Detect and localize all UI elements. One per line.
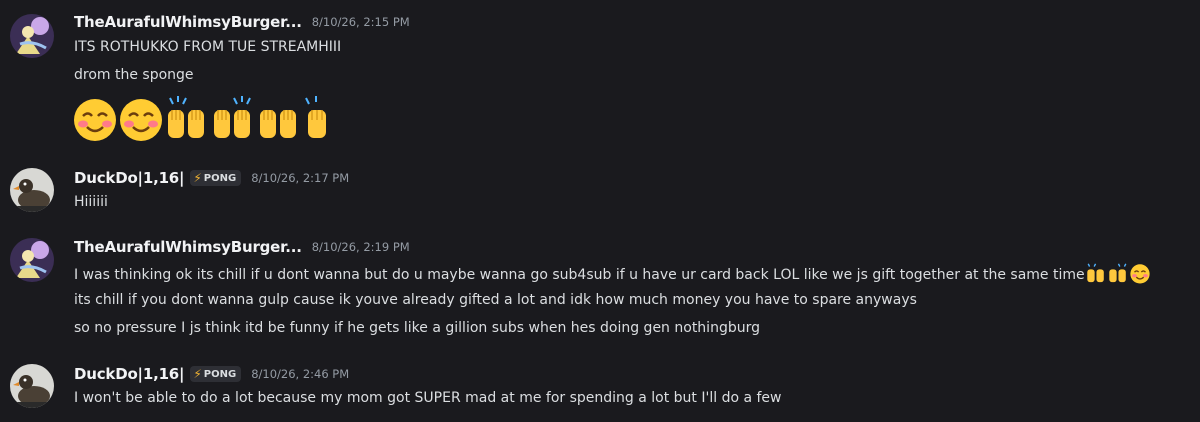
timestamp[interactable]: 8/10/26, 2:17 PM (251, 171, 349, 185)
emoji-row (72, 94, 332, 146)
username[interactable]: DuckDo|1,16| (74, 365, 185, 383)
message-text: I won't be able to do a lot because my m… (74, 390, 782, 406)
user-avatar[interactable] (10, 364, 54, 408)
raised-hands-emoji[interactable] (1107, 262, 1129, 290)
raised-hand-emoji[interactable] (302, 94, 332, 146)
raised-hands-emoji[interactable] (1085, 262, 1107, 290)
blush-emoji[interactable] (1129, 262, 1151, 290)
message-text: ITS ROTHUKKO FROM TUE STREAMHIII (74, 39, 342, 55)
guild-tag[interactable]: ⚡ PONG (190, 170, 242, 186)
timestamp[interactable]: 8/10/26, 2:46 PM (251, 367, 349, 381)
lightning-icon: ⚡ (193, 171, 202, 185)
lightning-icon: ⚡ (193, 367, 202, 381)
message-text: drom the sponge (74, 67, 194, 83)
timestamp[interactable]: 8/10/26, 2:19 PM (312, 240, 410, 254)
blush-emoji[interactable] (118, 94, 164, 146)
message-text: its chill if you dont wanna gulp cause i… (74, 292, 917, 308)
username[interactable]: TheAurafulWhimsyBurger... (74, 238, 302, 256)
raised-hands-emoji[interactable] (210, 94, 256, 146)
user-avatar[interactable] (10, 168, 54, 212)
blush-emoji[interactable] (72, 94, 118, 146)
user-avatar[interactable] (10, 14, 54, 58)
guild-tag[interactable]: ⚡ PONG (190, 366, 242, 382)
raised-hands-emoji[interactable] (256, 94, 302, 146)
message-text: I was thinking ok its chill if u dont wa… (74, 267, 1085, 283)
user-avatar[interactable] (10, 238, 54, 282)
timestamp[interactable]: 8/10/26, 2:15 PM (312, 15, 410, 29)
username[interactable]: DuckDo|1,16| (74, 169, 185, 187)
raised-hands-emoji[interactable] (164, 94, 210, 146)
guild-tag-label: PONG (203, 172, 237, 184)
message-text-with-emoji: I was thinking ok its chill if u dont wa… (74, 262, 1151, 290)
message-text: Hiiiiii (74, 194, 108, 210)
username[interactable]: TheAurafulWhimsyBurger... (74, 13, 302, 31)
guild-tag-label: PONG (203, 368, 237, 380)
message-text: so no pressure I js think itd be funny i… (74, 320, 760, 336)
